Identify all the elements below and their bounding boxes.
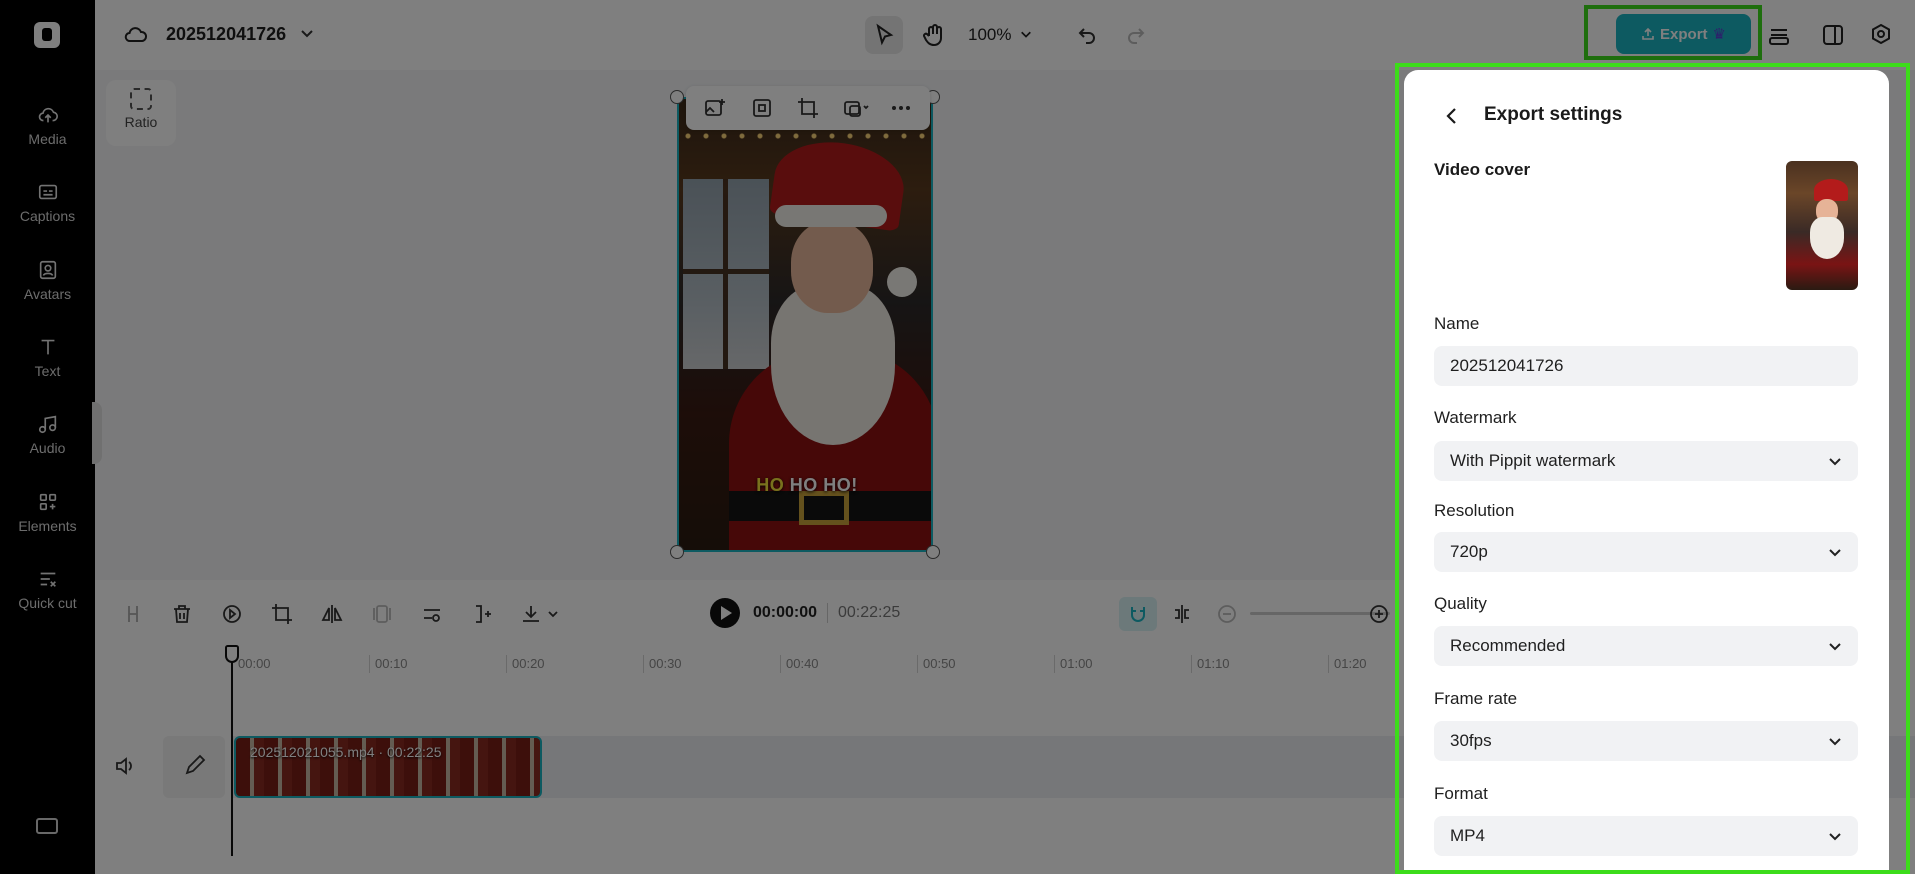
chevron-left-icon (1446, 108, 1456, 124)
name-value: 202512041726 (1450, 356, 1564, 375)
quality-value: Recommended (1450, 636, 1566, 655)
name-label: Name (1434, 314, 1480, 333)
video-cover-thumbnail[interactable] (1786, 161, 1858, 290)
thumb-hat (1814, 179, 1848, 201)
frame-rate-label: Frame rate (1434, 689, 1518, 708)
chevron-down-icon (1829, 643, 1841, 651)
name-input[interactable]: 202512041726 (1434, 346, 1858, 386)
resolution-value: 720p (1450, 542, 1488, 561)
frame-rate-value: 30fps (1450, 731, 1492, 750)
watermark-value: With Pippit watermark (1450, 451, 1616, 470)
video-cover-label: Video cover (1434, 160, 1531, 179)
thumb-beard (1810, 217, 1844, 259)
chevron-down-icon (1829, 458, 1841, 466)
format-value: MP4 (1450, 826, 1485, 845)
panel-title: Export settings (1484, 104, 1623, 125)
resolution-label: Resolution (1434, 501, 1515, 520)
format-select[interactable]: MP4 (1434, 816, 1858, 856)
format-label: Format (1434, 784, 1488, 803)
watermark-label: Watermark (1434, 408, 1517, 427)
chevron-down-icon (1829, 549, 1841, 557)
chevron-down-icon (1829, 833, 1841, 841)
resolution-select[interactable]: 720p (1434, 532, 1858, 572)
quality-label: Quality (1434, 594, 1487, 613)
back-button[interactable] (1440, 104, 1464, 128)
frame-rate-select[interactable]: 30fps (1434, 721, 1858, 761)
chevron-down-icon (1829, 738, 1841, 746)
watermark-select[interactable]: With Pippit watermark (1434, 441, 1858, 481)
quality-select[interactable]: Recommended (1434, 626, 1858, 666)
